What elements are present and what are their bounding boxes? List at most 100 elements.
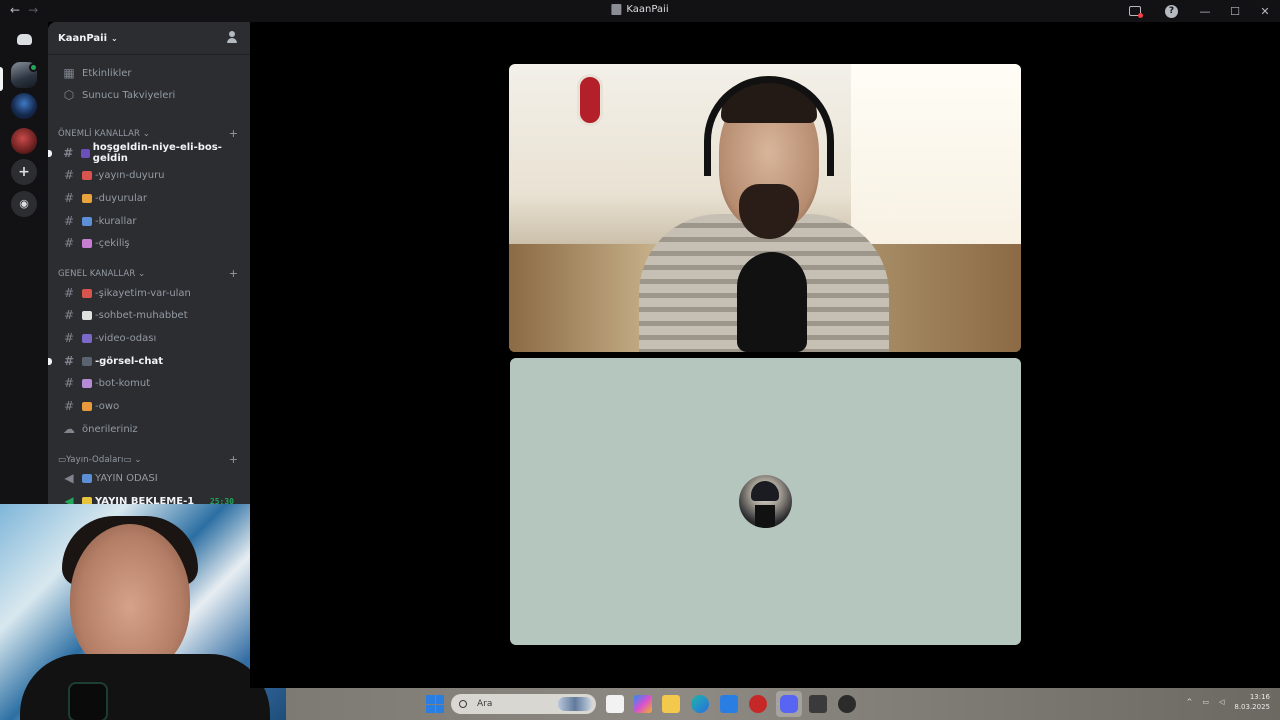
- server-3[interactable]: [11, 128, 37, 154]
- nav-arrows: ← →: [10, 3, 38, 17]
- participant-microphone: [737, 252, 807, 352]
- category-general[interactable]: GENEL KANALLAR ⌄: [58, 269, 145, 279]
- discord-logo-icon: [16, 34, 32, 45]
- search-icon: [459, 700, 467, 708]
- sidebar-item-label: Etkinlikler: [82, 67, 132, 79]
- search-highlight-image: [558, 697, 592, 711]
- text-channel-icon: #: [63, 399, 75, 413]
- channel-emoji-icon: [82, 193, 92, 203]
- store-icon[interactable]: [720, 695, 738, 713]
- taskbar-search[interactable]: Ara: [451, 694, 596, 714]
- taskbar-clock[interactable]: 13:16 8.03.2025: [1234, 692, 1270, 712]
- channel-label: -çekiliş: [95, 237, 130, 249]
- channel-hosgeldin[interactable]: # hoşgeldin-niye-eli-bos-geldin: [48, 142, 244, 164]
- channel-owo[interactable]: # -owo: [56, 396, 244, 416]
- channel-label: -kurallar: [95, 215, 137, 227]
- channel-video-odasi[interactable]: # -video-odası: [56, 328, 244, 348]
- invite-people-icon[interactable]: [227, 31, 240, 44]
- category-label: GENEL KANALLAR: [58, 269, 136, 279]
- channel-label: YAYIN ODASI: [95, 472, 158, 484]
- opera-icon[interactable]: [749, 695, 767, 713]
- discord-icon[interactable]: [780, 695, 798, 713]
- back-button[interactable]: ←: [10, 3, 20, 17]
- channel-sikayetim[interactable]: # -şikayetim-var-ulan: [56, 283, 244, 303]
- text-channel-icon: #: [63, 331, 75, 345]
- channel-gorsel-chat[interactable]: # -görsel-chat: [48, 351, 244, 371]
- inbox-icon[interactable]: [1129, 6, 1143, 18]
- channel-label: -video-odası: [95, 332, 157, 344]
- discover-button[interactable]: ◉: [11, 191, 37, 217]
- text-channel-icon: #: [63, 308, 75, 322]
- network-icon[interactable]: ▭: [1202, 698, 1209, 706]
- tray-chevron-icon[interactable]: ^: [1186, 698, 1192, 706]
- add-server-button[interactable]: +: [11, 159, 37, 185]
- close-button[interactable]: ✕: [1250, 5, 1280, 18]
- channel-label: -owo: [95, 400, 120, 412]
- add-channel-icon[interactable]: +: [229, 267, 238, 280]
- channel-emoji-icon: [82, 333, 92, 343]
- server-icon: [611, 4, 622, 15]
- boost-icon: ⬡: [63, 88, 75, 102]
- category-label: ÖNEMLİ KANALLAR: [58, 129, 140, 139]
- channel-emoji-icon: [82, 216, 92, 226]
- server-header[interactable]: KaanPaii ⌄: [48, 22, 250, 54]
- volume-icon[interactable]: ◁: [1219, 698, 1224, 706]
- text-channel-icon: #: [63, 214, 75, 228]
- video-tile-camera[interactable]: [509, 64, 1021, 352]
- channel-bot-komut[interactable]: # -bot-komut: [56, 373, 244, 393]
- steam-icon[interactable]: [838, 695, 856, 713]
- text-channel-icon: #: [63, 236, 75, 250]
- channel-emoji-icon: [80, 148, 90, 158]
- channel-kurallar[interactable]: # -kurallar: [56, 211, 244, 231]
- forum-channel-icon: ☁: [63, 422, 75, 436]
- voice-channel-yayin-odasi[interactable]: ◀ YAYIN ODASI: [56, 468, 244, 488]
- text-channel-icon: #: [63, 354, 75, 368]
- channel-emoji-icon: [82, 288, 92, 298]
- unread-indicator: [48, 358, 52, 365]
- text-channel-icon: #: [63, 168, 75, 182]
- live-badge: [29, 63, 38, 72]
- file-explorer-icon[interactable]: [662, 695, 680, 713]
- category-label: Yayın-Odaları: [66, 455, 124, 465]
- channel-label: -şikayetim-var-ulan: [95, 287, 191, 299]
- server-2[interactable]: [11, 93, 37, 119]
- channel-emoji-icon: [82, 170, 92, 180]
- window-title: KaanPaii: [611, 4, 669, 15]
- channel-sohbet[interactable]: # -sohbet-muhabbet: [56, 305, 244, 325]
- text-channel-icon: #: [63, 376, 75, 390]
- chevron-down-icon: ⌄: [111, 33, 118, 43]
- window-controls: ? — ☐ ✕: [1117, 0, 1280, 22]
- category-important[interactable]: ÖNEMLİ KANALLAR ⌄: [58, 129, 150, 139]
- maximize-button[interactable]: ☐: [1220, 5, 1250, 18]
- sidebar-item-boosts[interactable]: ⬡ Sunucu Takviyeleri: [56, 85, 244, 105]
- title-bar: ← → KaanPaii ? — ☐ ✕: [0, 0, 1280, 22]
- add-channel-icon[interactable]: +: [229, 453, 238, 466]
- add-channel-icon[interactable]: +: [229, 127, 238, 140]
- category-yayin-odalari[interactable]: ▭Yayın-Odaları▭ ⌄: [58, 455, 142, 465]
- channel-emoji-icon: [82, 378, 92, 388]
- channel-duyurular[interactable]: # -duyurular: [56, 188, 244, 208]
- direct-messages-button[interactable]: [11, 27, 37, 53]
- channel-yayin-duyuru[interactable]: # -yayın-duyuru: [56, 165, 244, 185]
- edge-icon[interactable]: [691, 695, 709, 713]
- task-view-icon[interactable]: [606, 695, 624, 713]
- channel-onerileriniz[interactable]: ☁ önerileriniz: [56, 419, 244, 439]
- forward-button[interactable]: →: [28, 3, 38, 17]
- start-button[interactable]: [426, 695, 444, 713]
- webcam-microphone: [68, 682, 108, 720]
- channel-cekilis[interactable]: # -çekiliş: [56, 233, 244, 253]
- participant-avatar[interactable]: [739, 475, 792, 528]
- copilot-icon[interactable]: [634, 695, 652, 713]
- webcam-person-shirt: [20, 654, 270, 720]
- background-window: [851, 64, 1021, 274]
- sidebar-item-events[interactable]: ▦ Etkinlikler: [56, 63, 244, 83]
- channel-emoji-icon: [82, 356, 92, 366]
- channel-label: -bot-komut: [95, 377, 151, 389]
- text-channel-icon: #: [63, 146, 74, 160]
- help-icon[interactable]: ?: [1165, 4, 1178, 18]
- sidebar-item-label: Sunucu Takviyeleri: [82, 89, 176, 101]
- obs-icon[interactable]: [809, 695, 827, 713]
- webcam-overlay: [0, 504, 286, 720]
- channel-emoji-icon: [82, 238, 92, 248]
- minimize-button[interactable]: —: [1190, 5, 1220, 18]
